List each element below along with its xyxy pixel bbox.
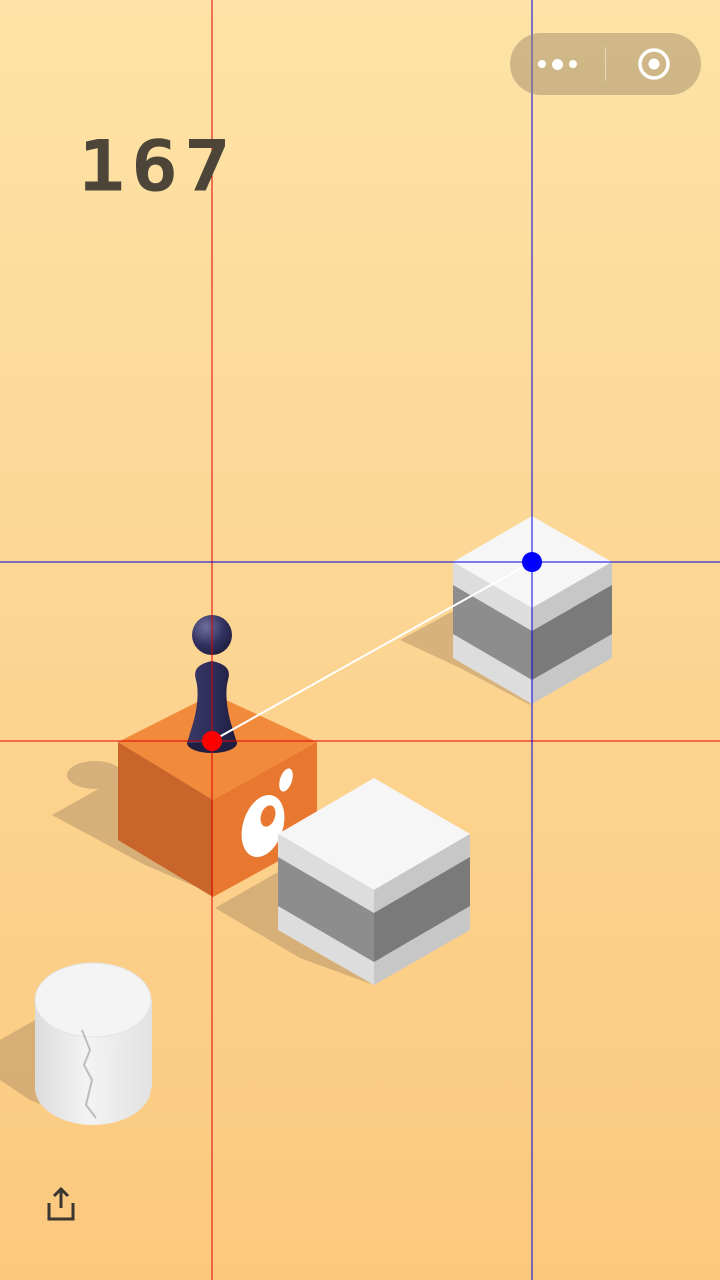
capsule-divider <box>605 47 606 81</box>
cylinder-top <box>34 962 152 1038</box>
more-dots-icon <box>538 60 546 68</box>
white-cylinder <box>34 962 152 1125</box>
score-display: 167 <box>78 126 237 208</box>
target-close-icon[interactable] <box>637 47 671 81</box>
target-marker-blue <box>522 552 542 572</box>
share-upload-icon[interactable] <box>44 1186 78 1222</box>
start-marker-red <box>202 731 222 751</box>
more-dot-center <box>552 58 563 70</box>
more-button[interactable] <box>510 33 605 95</box>
miniprogram-capsule <box>510 33 701 95</box>
more-dot-right <box>569 60 577 68</box>
